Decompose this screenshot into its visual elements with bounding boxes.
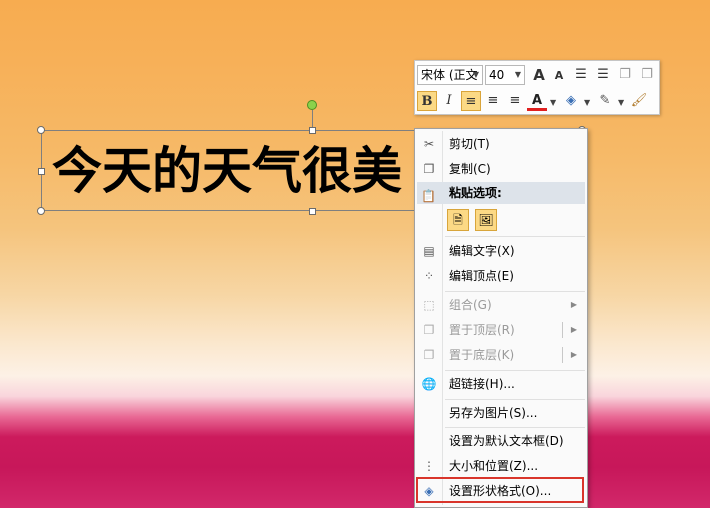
send-backward-icon: ❐ <box>641 67 653 82</box>
size-position-icon: ⋮ <box>423 459 435 473</box>
font-size-select[interactable]: 40 ▼ <box>485 65 525 85</box>
menu-item-bring-to-front[interactable]: ❐ 置于顶层(R) ▶ <box>417 318 585 342</box>
italic-button[interactable]: I <box>439 91 459 111</box>
menu-item-cut[interactable]: ✂ 剪切(T) <box>417 132 585 156</box>
menu-item-label: 置于底层(K) <box>449 348 515 362</box>
menu-item-label: 置于顶层(R) <box>449 323 515 337</box>
resize-handle-bottom[interactable] <box>309 208 316 215</box>
menu-item-copy[interactable]: ❐ 复制(C) <box>417 157 585 181</box>
menu-item-save-as-picture[interactable]: 另存为图片(S)... <box>417 401 585 425</box>
menu-item-label: 另存为图片(S)... <box>449 406 538 420</box>
send-backward-button[interactable]: ❐ <box>637 65 657 85</box>
split-divider <box>562 347 563 363</box>
rotation-handle[interactable] <box>307 100 317 110</box>
grow-font-button[interactable]: A <box>529 65 549 85</box>
format-painter-button[interactable]: 🖌 <box>629 91 649 111</box>
bring-to-front-icon: ❐ <box>423 323 435 337</box>
menu-item-send-to-back[interactable]: ❐ 置于底层(K) ▶ <box>417 343 585 367</box>
menu-item-edit-text[interactable]: ▤ 编辑文字(X) <box>417 239 585 263</box>
menu-separator <box>445 236 585 237</box>
menu-item-label: 剪切(T) <box>449 137 490 151</box>
chevron-down-icon: ▼ <box>514 70 521 79</box>
resize-handle-top-left[interactable] <box>37 126 45 134</box>
menu-item-label: 超链接(H)... <box>449 377 515 391</box>
bring-forward-button[interactable]: ❐ <box>615 65 635 85</box>
context-menu: ✂ 剪切(T) ❐ 复制(C) 📋 粘贴选项: 🗎 🖼 ▤ 编辑文字(X) ⁘ … <box>414 128 588 508</box>
font-name-select[interactable]: 宋体 (正文 ▼ <box>417 65 483 85</box>
paste-options-header: 📋 粘贴选项: <box>417 182 585 204</box>
italic-icon: I <box>446 93 452 108</box>
picture-icon: 🖼 <box>478 213 494 227</box>
font-color-button[interactable]: A <box>527 91 547 111</box>
copy-icon: ❐ <box>423 162 435 176</box>
bring-forward-icon: ❐ <box>619 67 631 82</box>
decrease-indent-icon: ☰ <box>575 67 587 82</box>
scissors-icon: ✂ <box>423 137 435 151</box>
chevron-down-icon: ▼ <box>472 70 479 79</box>
pencil-icon: ✎ <box>599 93 611 108</box>
menu-item-set-default-textbox[interactable]: 设置为默认文本框(D) <box>417 429 585 453</box>
paint-bucket-icon: ◈ <box>566 93 576 108</box>
menu-item-hyperlink[interactable]: 🌐 超链接(H)... <box>417 372 585 396</box>
submenu-arrow-icon: ▶ <box>570 350 577 359</box>
menu-item-size-position[interactable]: ⋮ 大小和位置(Z)... <box>417 454 585 478</box>
paintbrush-icon: 🖌 <box>630 93 648 108</box>
menu-item-label: 设置为默认文本框(D) <box>449 434 564 448</box>
edit-points-icon: ⁘ <box>423 269 435 283</box>
menu-item-label: 编辑顶点(E) <box>449 269 514 283</box>
align-left-button[interactable]: ≡ <box>461 91 481 111</box>
increase-indent-button[interactable]: ☰ <box>593 65 613 85</box>
menu-item-label: 编辑文字(X) <box>449 244 515 258</box>
chevron-down-icon[interactable]: ▼ <box>584 98 590 107</box>
document-icon: 🗎 <box>453 213 463 227</box>
bold-icon: B <box>421 94 433 109</box>
group-icon: ⬚ <box>423 298 435 312</box>
shrink-font-button[interactable]: A <box>549 66 569 86</box>
font-size-value: 40 <box>489 68 505 82</box>
menu-item-group[interactable]: ⬚ 组合(G) ▶ <box>417 293 585 317</box>
paste-options-label: 粘贴选项: <box>449 186 502 200</box>
align-left-icon: ≡ <box>465 94 477 109</box>
align-right-button[interactable]: ≡ <box>505 91 525 111</box>
edit-text-icon: ▤ <box>423 244 435 258</box>
submenu-arrow-icon: ▶ <box>570 300 577 309</box>
font-color-icon: A <box>531 93 543 108</box>
chevron-down-icon[interactable]: ▼ <box>550 98 556 107</box>
mini-toolbar: 宋体 (正文 ▼ 40 ▼ A A ☰ ☰ ❐ ❐ B I ≡ ≡ ≡ A ▼ … <box>414 60 660 115</box>
menu-separator <box>445 399 585 400</box>
align-center-icon: ≡ <box>487 93 499 108</box>
slide-text[interactable]: 今天的天气很美 <box>52 136 402 206</box>
shape-fill-button[interactable]: ◈ <box>561 91 581 111</box>
align-center-button[interactable]: ≡ <box>483 91 503 111</box>
hyperlink-globe-icon: 🌐 <box>421 377 437 391</box>
resize-handle-left[interactable] <box>38 168 45 175</box>
submenu-arrow-icon: ▶ <box>570 325 577 334</box>
bold-button[interactable]: B <box>417 91 437 111</box>
menu-separator <box>445 291 585 292</box>
menu-separator <box>445 427 585 428</box>
resize-handle-top[interactable] <box>309 127 316 134</box>
shrink-font-icon: A <box>554 69 564 82</box>
paste-keep-formatting-button[interactable]: 🗎 <box>447 209 469 231</box>
paste-as-picture-button[interactable]: 🖼 <box>475 209 497 231</box>
decrease-indent-button[interactable]: ☰ <box>571 65 591 85</box>
highlight-annotation <box>416 477 584 503</box>
menu-item-edit-points[interactable]: ⁘ 编辑顶点(E) <box>417 264 585 288</box>
shape-outline-button[interactable]: ✎ <box>595 91 615 111</box>
clipboard-icon: 📋 <box>421 189 436 203</box>
font-name-value: 宋体 (正文 <box>421 68 478 82</box>
align-right-icon: ≡ <box>509 93 521 108</box>
menu-item-label: 组合(G) <box>449 298 492 312</box>
resize-handle-bottom-left[interactable] <box>37 207 45 215</box>
menu-item-label: 大小和位置(Z)... <box>449 459 539 473</box>
menu-separator <box>445 370 585 371</box>
menu-item-label: 复制(C) <box>449 162 491 176</box>
split-divider <box>562 322 563 338</box>
chevron-down-icon[interactable]: ▼ <box>618 98 624 107</box>
grow-font-icon: A <box>533 66 545 84</box>
send-to-back-icon: ❐ <box>423 348 435 362</box>
increase-indent-icon: ☰ <box>597 67 609 82</box>
